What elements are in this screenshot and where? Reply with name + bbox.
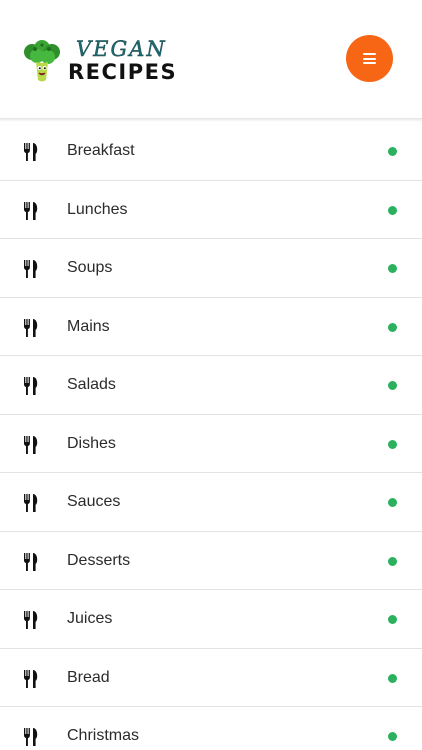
fork-knife-icon <box>24 435 38 454</box>
fork-knife-icon <box>24 318 38 337</box>
category-item-breakfast[interactable]: Breakfast <box>0 122 422 181</box>
category-item-mains[interactable]: Mains <box>0 298 422 356</box>
fork-knife-icon <box>24 728 38 746</box>
logo-text-vegan: VEGAN <box>76 37 167 61</box>
category-label: Christmas <box>67 727 140 744</box>
category-label: Juices <box>67 610 113 627</box>
status-dot <box>388 381 397 390</box>
status-dot <box>388 322 397 332</box>
category-label: Sauces <box>67 493 121 510</box>
category-label: Salads <box>67 376 116 393</box>
app-header: VEGAN RECIPES <box>0 0 422 118</box>
status-dot <box>388 615 397 624</box>
status-dot <box>388 205 397 215</box>
category-label: Lunches <box>67 200 128 218</box>
fork-knife-icon <box>24 260 38 278</box>
logo-text-recipes: RECIPES <box>68 60 178 84</box>
category-label: Bread <box>67 668 110 686</box>
category-item-juices[interactable]: Juices <box>0 590 422 649</box>
hamburger-icon <box>363 53 376 64</box>
category-item-lunches[interactable]: Lunches <box>0 181 422 239</box>
fork-knife-icon <box>24 611 38 629</box>
category-label: Dishes <box>67 434 116 452</box>
fork-knife-icon <box>24 201 38 220</box>
menu-button[interactable] <box>346 35 393 82</box>
category-label: Breakfast <box>67 142 135 159</box>
fork-knife-icon <box>24 377 38 395</box>
category-item-soups[interactable]: Soups <box>0 239 422 298</box>
broccoli-icon <box>24 40 60 82</box>
status-dot <box>388 732 397 741</box>
status-dot <box>388 439 397 449</box>
fork-knife-icon <box>24 494 38 512</box>
category-item-sauces[interactable]: Sauces <box>0 473 422 532</box>
category-label: Desserts <box>67 551 131 569</box>
category-item-bread[interactable]: Bread <box>0 649 422 707</box>
status-dot <box>388 556 397 566</box>
category-item-desserts[interactable]: Desserts <box>0 532 422 590</box>
status-dot <box>388 498 397 507</box>
category-list: Breakfast Lunches Soups Mains Salads Dis… <box>0 122 422 750</box>
app-screen: VEGAN RECIPES Breakfast Lunches Soups Ma… <box>0 0 422 750</box>
status-dot <box>388 264 397 273</box>
category-label: Soups <box>67 259 113 276</box>
fork-knife-icon <box>24 143 38 161</box>
app-logo[interactable]: VEGAN RECIPES <box>22 38 182 86</box>
status-dot <box>388 673 397 683</box>
status-dot <box>388 147 397 156</box>
category-item-christmas[interactable]: Christmas <box>0 707 422 750</box>
category-item-dishes[interactable]: Dishes <box>0 415 422 473</box>
category-item-salads[interactable]: Salads <box>0 356 422 415</box>
fork-knife-icon <box>24 552 38 571</box>
category-label: Mains <box>67 317 110 335</box>
fork-knife-icon <box>24 669 38 688</box>
